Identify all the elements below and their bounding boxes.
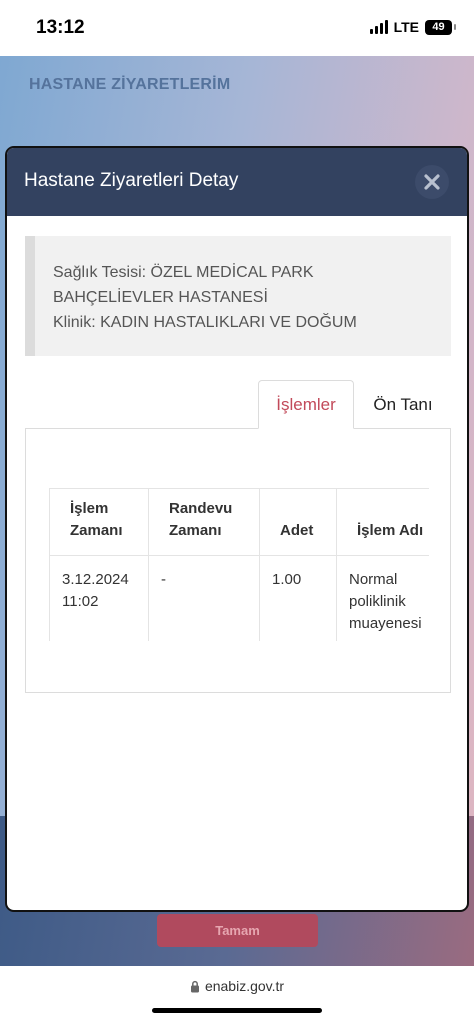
facility-name-line2: BAHÇELİEVLER HASTANESİ [53, 289, 268, 306]
procedures-table: İşlem Zamanı Randevu Zamanı Adet İşlem A… [49, 488, 429, 641]
facility-name-line1: Sağlık Tesisi: ÖZEL MEDİCAL PARK [53, 264, 314, 281]
battery-level: 49 [432, 21, 445, 33]
battery-icon: 49 [425, 19, 456, 35]
status-indicators: LTE 49 [369, 19, 456, 35]
cell-islem-adi: Normal poliklinik muayenesi [336, 555, 429, 641]
url-bar[interactable]: enabiz.gov.tr [0, 978, 474, 994]
tab-islemler[interactable]: İşlemler [258, 380, 354, 429]
close-button[interactable] [415, 165, 449, 199]
network-type: LTE [393, 19, 419, 35]
cell-randevu-zamani: - [148, 555, 260, 641]
table-header-row: İşlem Zamanı Randevu Zamanı Adet İşlem A… [49, 488, 429, 556]
column-header-adet: Adet [259, 488, 337, 556]
close-icon [424, 174, 440, 190]
detail-tabs: İşlemler Ön Tanı [25, 380, 451, 429]
background-page-title: HASTANE ZİYARETLERİM [29, 76, 231, 93]
url-text: enabiz.gov.tr [204, 978, 285, 994]
column-header-islem-zamani: İşlem Zamanı [49, 488, 149, 556]
status-time: 13:12 [36, 17, 85, 38]
signal-icon [369, 20, 388, 34]
clinic-name: Klinik: KADIN HASTALIKLARI VE DOĞUM [53, 314, 357, 331]
home-indicator[interactable] [152, 1008, 322, 1013]
procedures-table-scroll[interactable]: İşlem Zamanı Randevu Zamanı Adet İşlem A… [49, 488, 429, 641]
browser-bar: enabiz.gov.tr [0, 966, 474, 1024]
modal-title: Hastane Ziyaretleri Detay [24, 170, 239, 191]
column-header-islem-adi: İşlem Adı [336, 488, 429, 556]
table-row: 3.12.2024 11:02 - 1.00 Normal poliklinik… [49, 555, 429, 641]
modal-header: Hastane Ziyaretleri Detay [7, 148, 467, 216]
lock-icon [190, 980, 199, 992]
cell-adet: 1.00 [259, 555, 337, 641]
visit-detail-modal: Hastane Ziyaretleri Detay Sağlık Tesisi:… [5, 146, 469, 912]
tab-on-tani[interactable]: Ön Tanı [360, 380, 446, 429]
cell-islem-zamani: 3.12.2024 11:02 [49, 555, 149, 641]
tab-panel-islemler: İşlem Zamanı Randevu Zamanı Adet İşlem A… [25, 428, 451, 693]
tamam-button[interactable]: Tamam [157, 914, 318, 947]
facility-info-box: Sağlık Tesisi: ÖZEL MEDİCAL PARK BAHÇELİ… [25, 236, 451, 356]
status-bar: 13:12 LTE 49 [0, 0, 474, 56]
column-header-randevu-zamani: Randevu Zamanı [148, 488, 260, 556]
